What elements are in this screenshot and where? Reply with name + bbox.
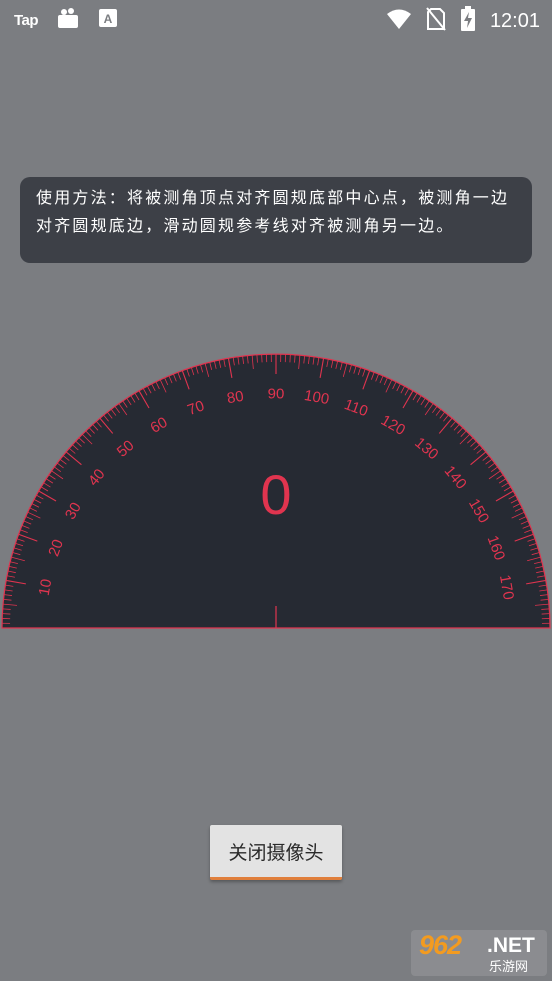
wifi-icon bbox=[386, 8, 412, 35]
text-app-icon: A bbox=[98, 8, 118, 33]
tick-mark bbox=[2, 608, 11, 610]
tap-app-label: Tap bbox=[14, 12, 39, 29]
no-sim-icon bbox=[426, 7, 446, 36]
status-clock: 12:01 bbox=[489, 10, 540, 32]
scale-label: 10 bbox=[36, 578, 56, 597]
svg-text:A: A bbox=[104, 12, 113, 26]
status-bar-left: Tap A bbox=[14, 7, 118, 34]
close-camera-button[interactable]: 关闭摄像头 bbox=[210, 825, 342, 880]
protractor-dial[interactable]: 10203040506070 80 90 100 1101201301401501601… bbox=[0, 348, 552, 633]
scale-label: 80 bbox=[226, 388, 245, 408]
instruction-tooltip: 使用方法：将被测角顶点对齐圆规底部中心点，被测角一边对齐圆规底边，滑动圆规参考线… bbox=[20, 177, 532, 263]
tick-mark bbox=[294, 354, 296, 363]
tick-mark bbox=[541, 608, 550, 610]
instruction-text: 使用方法：将被测角顶点对齐圆规底部中心点，被测角一边对齐圆规底边，滑动圆规参考线… bbox=[36, 188, 510, 235]
status-bar: Tap A 12:01 bbox=[0, 0, 552, 38]
battery-charging-icon bbox=[460, 6, 476, 37]
status-bar-right: 12:01 bbox=[386, 6, 540, 37]
angle-readout: 0 bbox=[260, 463, 291, 526]
tick-mark bbox=[256, 354, 258, 363]
scale-label: 90 bbox=[268, 386, 285, 403]
bag-icon bbox=[56, 7, 80, 34]
watermark-number: 962 bbox=[419, 930, 462, 960]
watermark-sub: 乐游网 bbox=[489, 960, 529, 975]
watermark-suffix: .NET bbox=[487, 934, 535, 957]
site-watermark-logo: 962 .NET 乐游网 bbox=[411, 930, 547, 976]
